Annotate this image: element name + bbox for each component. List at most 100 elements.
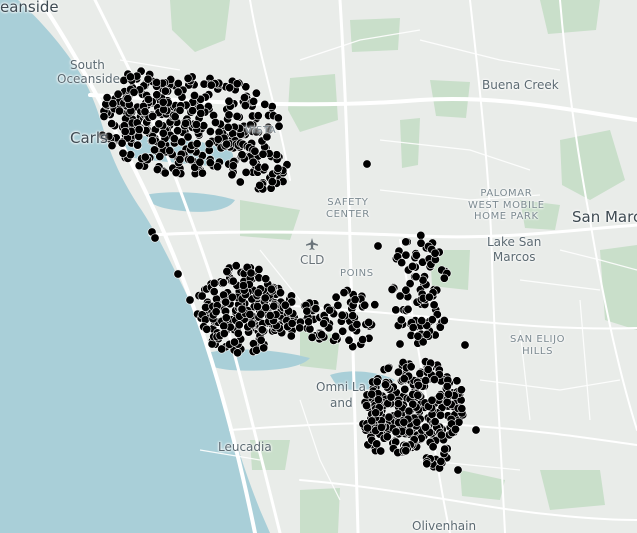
map-marker[interactable] <box>255 180 265 190</box>
map-marker[interactable] <box>156 139 166 149</box>
map-marker[interactable] <box>427 395 437 405</box>
map-marker[interactable] <box>253 111 263 121</box>
map-marker[interactable] <box>129 87 139 97</box>
map-marker[interactable] <box>430 248 440 258</box>
map-marker[interactable] <box>232 79 242 89</box>
map-marker[interactable] <box>265 310 275 320</box>
map-marker[interactable] <box>253 288 263 298</box>
map-marker[interactable] <box>371 408 381 418</box>
map-marker[interactable] <box>173 79 183 89</box>
map-marker[interactable] <box>126 72 136 82</box>
map-marker[interactable] <box>152 90 162 100</box>
map-marker[interactable] <box>177 137 187 147</box>
map-marker[interactable] <box>273 113 283 123</box>
map-marker[interactable] <box>185 295 195 305</box>
map-marker[interactable] <box>397 258 407 268</box>
map-marker[interactable] <box>396 315 406 325</box>
map-marker[interactable] <box>401 285 411 295</box>
map-marker[interactable] <box>202 324 212 334</box>
map-marker[interactable] <box>238 280 248 290</box>
map-marker[interactable] <box>99 112 109 122</box>
map-marker[interactable] <box>386 392 396 402</box>
map-marker[interactable] <box>442 397 452 407</box>
map-marker[interactable] <box>286 331 296 341</box>
map-marker[interactable] <box>403 304 413 314</box>
map-marker[interactable] <box>209 287 219 297</box>
map-marker[interactable] <box>237 304 247 314</box>
map-marker[interactable] <box>413 380 423 390</box>
map-marker[interactable] <box>183 73 193 83</box>
map-marker[interactable] <box>173 87 183 97</box>
map-marker[interactable] <box>140 152 150 162</box>
map-marker[interactable] <box>237 150 247 160</box>
map-marker[interactable] <box>227 170 237 180</box>
map-marker[interactable] <box>133 140 143 150</box>
map-marker[interactable] <box>221 313 231 323</box>
map-marker[interactable] <box>171 168 181 178</box>
map-marker[interactable] <box>405 427 415 437</box>
map-marker[interactable] <box>399 374 409 384</box>
map-marker[interactable] <box>421 375 431 385</box>
map-marker[interactable] <box>413 390 423 400</box>
map-marker[interactable] <box>307 332 317 342</box>
map-marker[interactable] <box>376 422 386 432</box>
map-marker[interactable] <box>140 107 150 117</box>
map-marker[interactable] <box>443 389 453 399</box>
map-marker[interactable] <box>261 274 271 284</box>
map-marker[interactable] <box>192 139 202 149</box>
map-marker[interactable] <box>422 329 432 339</box>
map-marker[interactable] <box>266 284 276 294</box>
map-marker[interactable] <box>395 339 405 349</box>
map-marker[interactable] <box>233 328 243 338</box>
map-marker[interactable] <box>339 288 349 298</box>
map-marker[interactable] <box>191 120 201 130</box>
map-marker[interactable] <box>439 273 449 283</box>
map-marker[interactable] <box>415 369 425 379</box>
map-marker[interactable] <box>260 162 270 172</box>
map-marker[interactable] <box>245 309 255 319</box>
map-marker[interactable] <box>205 158 215 168</box>
map-marker[interactable] <box>250 146 260 156</box>
map-marker[interactable] <box>416 230 426 240</box>
map-marker[interactable] <box>267 177 277 187</box>
map-marker[interactable] <box>232 111 242 121</box>
map-marker[interactable] <box>399 417 409 427</box>
map-marker[interactable] <box>383 363 393 373</box>
map-marker[interactable] <box>118 148 128 158</box>
map-marker[interactable] <box>260 99 270 109</box>
map-marker[interactable] <box>231 261 241 271</box>
map-marker[interactable] <box>304 317 314 327</box>
map-marker[interactable] <box>158 97 168 107</box>
map-marker[interactable] <box>430 417 440 427</box>
map-marker[interactable] <box>401 250 411 260</box>
map-marker[interactable] <box>406 362 416 372</box>
map-marker[interactable] <box>113 89 123 99</box>
map-marker[interactable] <box>362 159 372 169</box>
map-marker[interactable] <box>205 127 215 137</box>
map-marker[interactable] <box>360 300 370 310</box>
map-marker[interactable] <box>190 91 200 101</box>
map-marker[interactable] <box>428 442 438 452</box>
map-marker[interactable] <box>211 307 221 317</box>
map-marker[interactable] <box>393 399 403 409</box>
map-marker[interactable] <box>147 136 157 146</box>
map-marker[interactable] <box>280 300 290 310</box>
map-marker[interactable] <box>154 119 164 129</box>
map-marker[interactable] <box>362 401 372 411</box>
map-marker[interactable] <box>319 318 329 328</box>
map-marker[interactable] <box>150 145 160 155</box>
map-marker[interactable] <box>272 150 282 160</box>
map-marker[interactable] <box>364 317 374 327</box>
map-marker[interactable] <box>372 377 382 387</box>
map-marker[interactable] <box>407 261 417 271</box>
map-marker[interactable] <box>352 319 362 329</box>
map-marker[interactable] <box>338 326 348 336</box>
map-marker[interactable] <box>175 155 185 165</box>
map-marker[interactable] <box>249 96 259 106</box>
map-marker[interactable] <box>311 304 321 314</box>
map-marker[interactable] <box>423 364 433 374</box>
map-marker[interactable] <box>401 446 411 456</box>
map-marker[interactable] <box>420 422 430 432</box>
map-marker[interactable] <box>240 93 250 103</box>
map-marker[interactable] <box>150 233 160 243</box>
